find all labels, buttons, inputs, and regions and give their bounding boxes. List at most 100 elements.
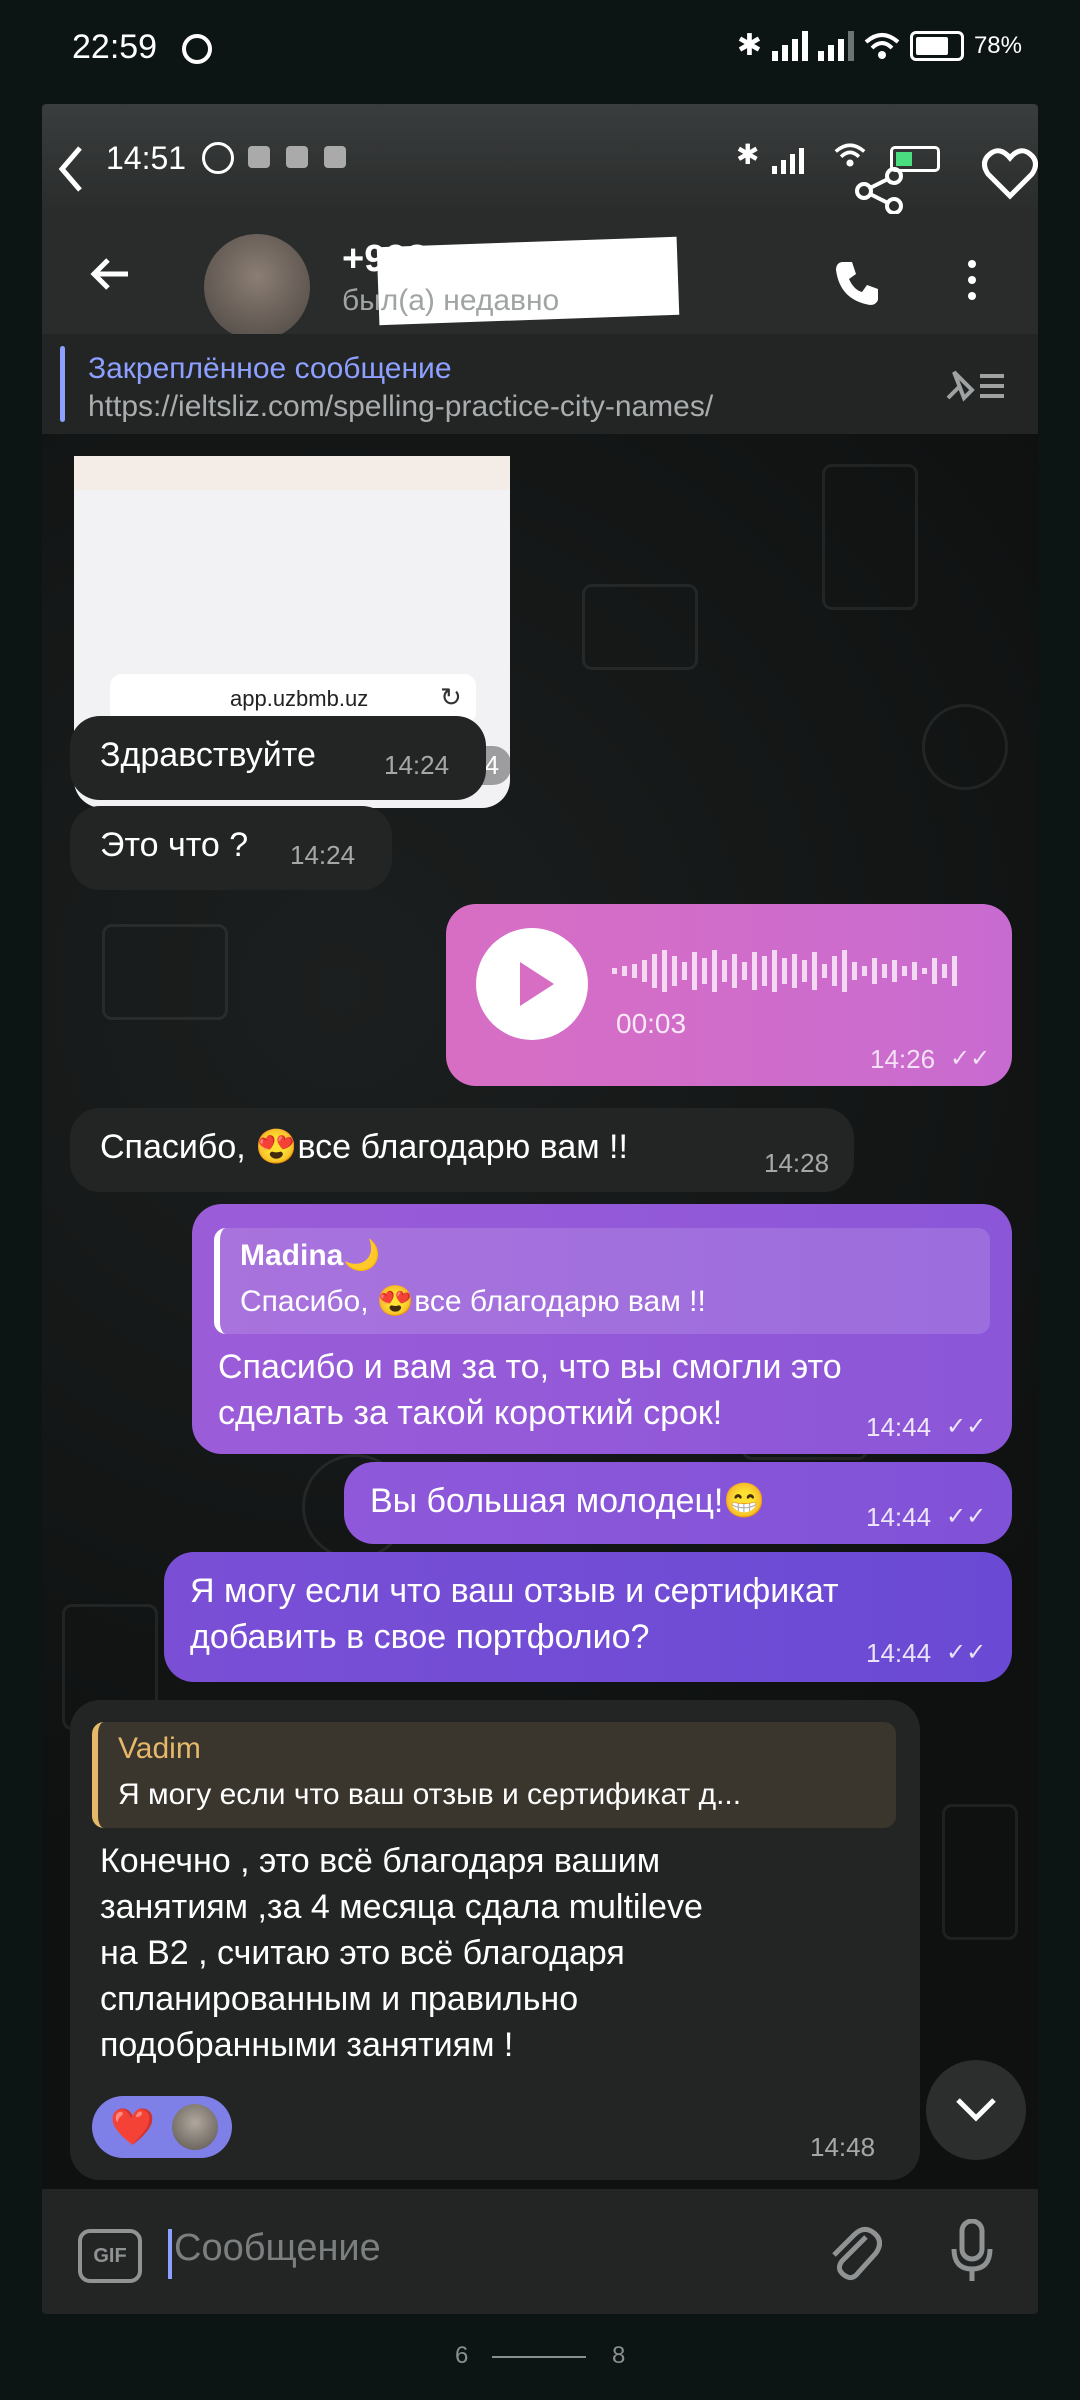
page-right-number: 8 [612,2342,626,2369]
gif-button[interactable]: GIF [78,2229,142,2283]
read-ticks-icon: ✓✓ [950,1045,991,1072]
signal-icon-1 [771,30,808,61]
pinned-list-icon[interactable] [944,368,1006,409]
message-text-line: занятиям ,за 4 месяца сдала multileve [100,1888,703,1926]
text-part: Спасибо, [240,1285,377,1318]
text-part: все благодарю вам !! [414,1285,706,1318]
message-text-line: подобранными занятиям ! [100,2026,514,2064]
message-bubble-out[interactable]: Madina🌙 Спасибо, 😍все благодарю вам !! С… [192,1204,1012,1454]
message-bubble-out[interactable]: Вы большая молодец!😁 14:44 ✓✓ [344,1462,1012,1544]
quote-author: Madina🌙 [240,1239,381,1272]
heart-eyes-emoji: 😍 [255,1128,298,1166]
app-notif-icon [248,146,270,168]
inner-clock: 14:51 [106,140,187,176]
play-button[interactable] [476,928,588,1040]
voice-waveform [612,950,957,992]
reaction-chip[interactable]: ❤️ [92,2096,232,2158]
message-bubble-out[interactable]: Я могу если что ваш отзыв и сертификат д… [164,1552,1012,1682]
chevron-down-icon [956,2098,996,2122]
battery-percent: 78% [973,31,1022,59]
favorite-heart-icon[interactable] [982,148,1038,205]
pinned-message-bar[interactable]: Закреплённое сообщение https://ieltsliz.… [42,334,1038,434]
message-time: 14:44 [866,1638,932,1668]
message-time: 14:44 [866,1502,932,1532]
image-top-strip [74,456,510,490]
pinned-indicator [60,346,65,422]
read-ticks-icon: ✓✓ [946,1413,987,1440]
message-bubble-in[interactable]: Спасибо, 😍все благодарю вам !! 14:28 [70,1108,854,1192]
reply-quote[interactable]: Vadim Я могу если что ваш отзыв и сертиф… [92,1722,896,1828]
message-bubble-in[interactable]: Это что ? 14:24 [70,806,392,890]
message-text: Здравствуйте [100,736,316,774]
message-time: 14:24 [384,750,450,780]
heart-reaction-emoji: ❤️ [110,2106,155,2147]
alarm-icon [202,142,234,174]
text-cursor [168,2229,172,2279]
voice-message-bubble[interactable]: 00:03 14:26 ✓✓ [446,904,1012,1086]
reply-quote[interactable]: Madina🌙 Спасибо, 😍все благодарю вам !! [214,1228,990,1334]
bluetooth-icon: ✱ [736,139,760,170]
back-arrow-icon[interactable] [56,144,86,199]
contact-status: был(а) недавно [342,284,560,317]
battery-icon [909,30,964,61]
app-notif-icon [286,146,308,168]
avatar[interactable] [204,234,310,340]
message-time: 14:48 [810,2132,876,2162]
bluetooth-icon: ✱ [736,29,762,62]
message-bubble-in[interactable]: Здравствуйте 14:24 [70,716,486,800]
read-ticks-icon: ✓✓ [946,1639,987,1666]
message-text-line: Конечно , это всё благодаря вашим [100,1842,661,1880]
signal-icon-2 [817,30,854,61]
message-text: Спасибо, 😍все благодарю вам !! [100,1124,628,1170]
app-notif-icon [324,146,346,168]
reload-icon: ↻ [440,682,462,712]
more-options-icon[interactable] [968,260,980,300]
text-part: Спасибо, [100,1128,256,1166]
outer-clock: 22:59 [72,28,158,66]
heart-eyes-emoji: 😍 [376,1285,415,1318]
pinned-link[interactable]: https://ieltsliz.com/spelling-practice-c… [88,390,713,424]
quote-text: Спасибо, 😍все благодарю вам !! [240,1284,706,1319]
attach-icon[interactable] [826,2223,882,2288]
message-bubble-in[interactable]: Vadim Я могу если что ваш отзыв и сертиф… [70,1700,920,2180]
outer-status-bar: 22:59 ✱ 78% [0,0,1080,100]
reactor-avatar [172,2104,218,2150]
phone-call-icon[interactable] [832,258,882,313]
scroll-down-button[interactable] [926,2060,1026,2160]
page-separator [492,2356,586,2358]
pinned-title: Закреплённое сообщение [88,352,452,385]
message-text-line: сделать за такой короткий срок! [218,1394,723,1432]
message-input-bar: GIF Сообщение [42,2189,1038,2314]
message-text: Вы большая молодец!😁 [370,1478,766,1524]
text-part: Вы большая молодец! [370,1482,724,1520]
outer-status-icons: ✱ 78% [737,28,1022,63]
wifi-icon [864,32,900,59]
message-text-line: добавить в свое портфолио? [190,1618,650,1656]
microphone-icon[interactable] [950,2218,994,2290]
message-text-line: спланированным и правильно [100,1980,579,2018]
back-arrow-icon[interactable] [88,256,132,297]
message-text-line: Спасибо и вам за то, что вы смогли это [218,1348,842,1386]
message-time: 14:44 [866,1412,932,1442]
page-left-number: 6 [455,2342,469,2369]
grin-emoji: 😁 [723,1482,766,1520]
message-time: 14:28 [764,1148,830,1178]
text-part: все благодарю вам !! [297,1128,628,1166]
chat-header: +998 был(а) недавно [42,214,1038,340]
share-icon[interactable] [854,166,904,221]
quote-author: Vadim [118,1732,201,1765]
message-text-line: Я могу если что ваш отзыв и сертификат [190,1572,839,1610]
message-text-line: на B2 , считаю это всё благодаря [100,1934,625,1972]
message-input[interactable]: Сообщение [174,2227,381,2270]
signal-icon [772,144,804,179]
chat-screenshot: 14:51 ✱ +998 был(а) недавно [42,104,1038,2314]
message-time: 14:26 [870,1044,936,1074]
quote-text: Я могу если что ваш отзыв и сертификат д… [118,1778,742,1811]
message-time: 14:24 [290,840,356,870]
message-text: Это что ? [100,826,249,864]
inner-status-bar: 14:51 ✱ [42,104,1038,215]
browser-url: app.uzbmb.uz [230,686,369,711]
read-ticks-icon: ✓✓ [946,1503,987,1530]
voice-duration: 00:03 [616,1008,687,1039]
focus-mode-icon [182,34,212,64]
